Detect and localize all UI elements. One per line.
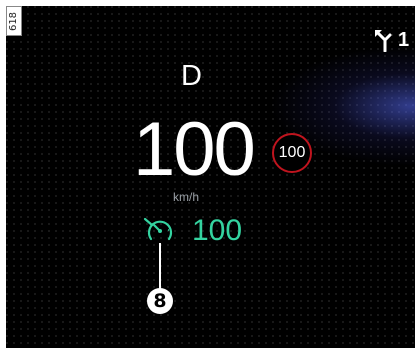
callout-number: 8 (153, 290, 167, 312)
turn-arrow-icon (375, 30, 392, 52)
figure-id: 618 (8, 11, 20, 31)
speed-limit-sign: 100 (272, 133, 312, 173)
callout-leader-line (159, 243, 161, 289)
navigation-text: 1 (398, 29, 410, 51)
speed-unit: km/h (173, 190, 200, 204)
gear-indicator: D (181, 60, 202, 92)
figure-id-tag: 618 (6, 6, 22, 36)
callout-marker: 8 (147, 288, 173, 314)
navigation-hint: 1 (374, 28, 415, 52)
illustration-frame: 618 D 1 100 100 km/h 100 8 (0, 0, 415, 354)
speed-limiter-icon (143, 217, 173, 241)
speed-limit-value: 100 (278, 144, 306, 161)
cruise-set-speed: 100 (192, 214, 243, 247)
current-speed: 100 (133, 107, 256, 192)
